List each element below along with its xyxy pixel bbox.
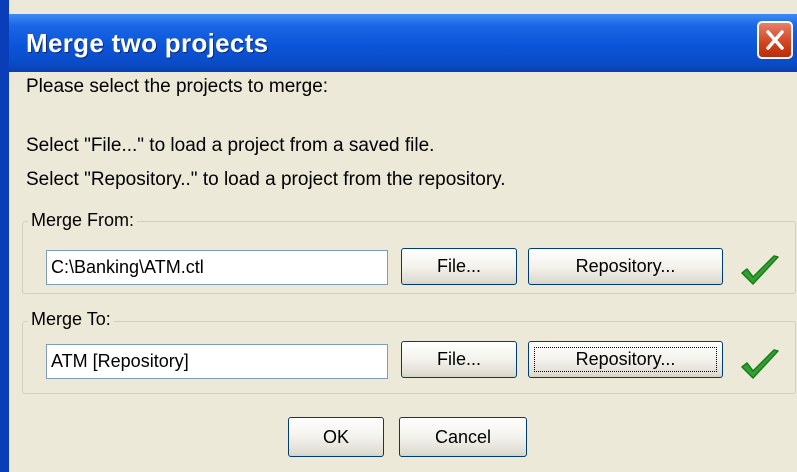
close-icon (766, 30, 784, 50)
merge-from-file-label: File... (436, 256, 481, 276)
repository-hint-text: Select "Repository.." to load a project … (26, 169, 506, 190)
ok-button[interactable]: OK (288, 417, 384, 457)
merge-from-label: Merge From: (28, 210, 138, 231)
merge-to-repository-label: Repository... (575, 349, 676, 369)
dialog-body: Please select the projects to merge: Sel… (9, 72, 797, 472)
merge-from-path-input[interactable]: C:\Banking\ATM.ctl (46, 250, 388, 285)
merge-to-checkmark-icon (741, 349, 779, 379)
cancel-button[interactable]: Cancel (399, 417, 527, 457)
close-button[interactable] (757, 21, 793, 59)
window-title: Merge two projects (26, 28, 269, 58)
instruction-text: Please select the projects to merge: (26, 76, 329, 97)
merge-to-file-button[interactable]: File... (401, 341, 517, 378)
merge-to-path-input[interactable]: ATM [Repository] (46, 344, 388, 379)
merge-to-file-label: File... (436, 349, 481, 369)
merge-from-repository-label: Repository... (575, 256, 676, 276)
window-border (0, 0, 9, 472)
merge-from-checkmark-icon (741, 255, 779, 285)
merge-from-repository-button[interactable]: Repository... (528, 248, 723, 285)
ok-label: OK (322, 427, 349, 447)
merge-to-label: Merge To: (28, 309, 114, 330)
merge-from-file-button[interactable]: File... (401, 248, 517, 285)
cancel-label: Cancel (434, 427, 492, 447)
merge-to-repository-button[interactable]: Repository... (528, 341, 723, 378)
file-hint-text: Select "File..." to load a project from … (26, 135, 435, 156)
merge-dialog: Merge two projects Please select the pro… (0, 0, 797, 472)
